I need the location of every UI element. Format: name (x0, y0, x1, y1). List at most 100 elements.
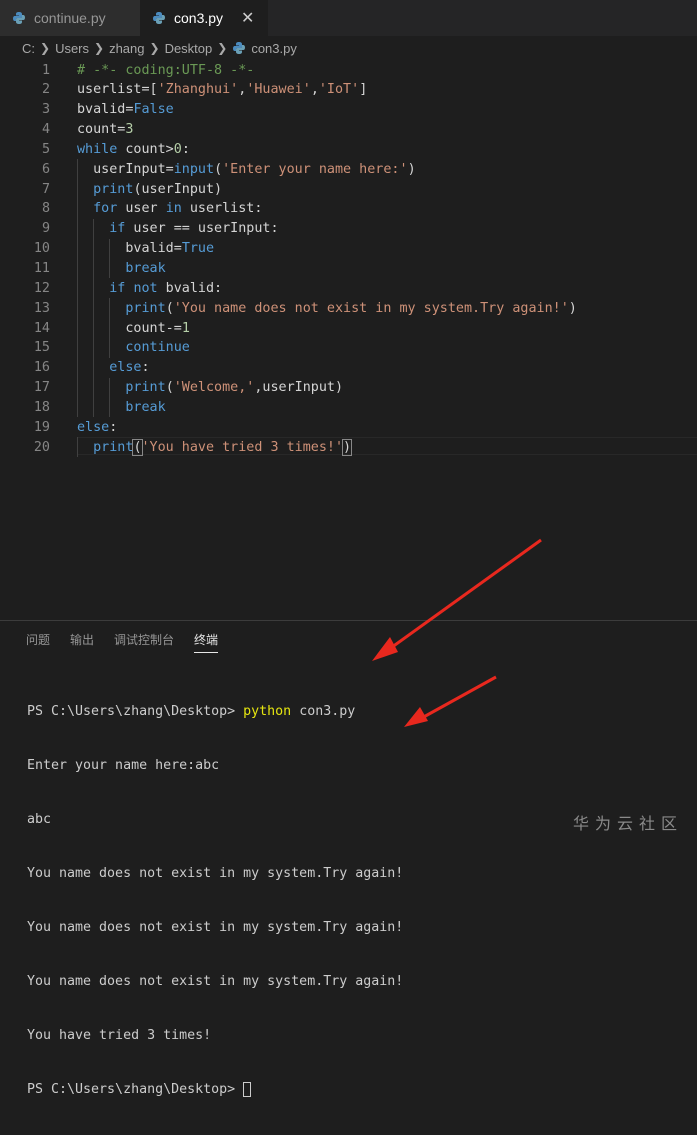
chevron-right-icon: ❯ (40, 41, 51, 55)
code-line[interactable]: 2 userlist=['Zhanghui','Huawei','IoT'] (0, 80, 697, 100)
line-number: 18 (33, 399, 50, 415)
terminal-final-line: PS C:\Users\zhang\Desktop> (27, 1081, 403, 1099)
terminal-cursor (243, 1081, 252, 1097)
indent-guide (77, 159, 78, 418)
line-number: 17 (33, 380, 50, 396)
panel-tabs: 问题 输出 调试控制台 终端 (26, 631, 219, 653)
line-number: 19 (33, 419, 50, 435)
indent-guide (93, 218, 95, 418)
line-number: 7 (41, 181, 50, 197)
code-text: userInput=input('Enter your name here:') (77, 161, 416, 177)
code-text: bvalid=False (77, 102, 174, 118)
line-number: 11 (33, 261, 50, 276)
python-file-icon (13, 12, 25, 24)
code-line[interactable]: 12 if not bvalid: (0, 278, 697, 298)
code-text: print('You have tried 3 times!') (93, 438, 353, 456)
tab-con3-py[interactable]: con3.py ✕ (140, 0, 269, 36)
code-line[interactable]: 9 if user == userInput: (0, 219, 697, 239)
code-line[interactable]: 17 print('Welcome,',userInput) (0, 378, 697, 398)
code-text: else: (109, 360, 150, 376)
code-text: else: (77, 419, 118, 435)
chevron-right-icon: ❯ (94, 41, 105, 55)
breadcrumb-zhang[interactable]: zhang (109, 41, 144, 56)
chevron-right-icon: ❯ (217, 41, 228, 55)
code-line[interactable]: 6 userInput=input('Enter your name here:… (0, 159, 697, 179)
close-icon[interactable]: ✕ (241, 8, 254, 28)
code-line[interactable]: 19 else: (0, 417, 697, 437)
code-text: bvalid=True (77, 241, 215, 257)
python-file-icon (153, 12, 165, 24)
code-line[interactable]: 3 bvalid=False (0, 100, 697, 120)
terminal-prompt: PS C:\Users\zhang\Desktop> (27, 704, 244, 719)
code-line[interactable]: 18 break (0, 397, 697, 417)
terminal-output-line: Enter your name here:abc (27, 758, 220, 773)
panel-tab-problems[interactable]: 问题 (26, 631, 50, 653)
line-number: 15 (33, 340, 50, 356)
panel-tab-debug-console[interactable]: 调试控制台 (114, 631, 174, 653)
terminal-output-line: You name does not exist in my system.Try… (27, 920, 404, 935)
code-text: count=3 (77, 122, 134, 138)
terminal-command-line: PS C:\Users\zhang\Desktop> python con3.p… (27, 703, 403, 721)
tab-label: con3.py (174, 10, 224, 26)
code-line[interactable]: 16 else: (0, 358, 697, 378)
code-line[interactable]: 5 while count>0: (0, 139, 697, 159)
panel-tab-terminal[interactable]: 终端 (194, 631, 219, 653)
code-text: print(userInput) (93, 181, 223, 197)
breadcrumb-file[interactable]: con3.py (251, 41, 297, 56)
code-text: if not bvalid: (109, 280, 223, 296)
line-number: 14 (33, 320, 50, 336)
line-number: 1 (41, 62, 50, 78)
breadcrumb-desktop[interactable]: Desktop (165, 41, 213, 56)
line-number: 16 (33, 360, 50, 376)
code-line[interactable]: 20 print('You have tried 3 times!') (0, 437, 697, 457)
indent-guide (109, 238, 111, 279)
terminal-output-line: abc (27, 812, 52, 827)
line-number: 5 (41, 141, 50, 157)
code-line[interactable]: 8 for user in userlist: (0, 199, 697, 219)
terminal-command: python (243, 704, 292, 719)
code-line[interactable]: 7 print(userInput) (0, 179, 697, 199)
code-text: break (125, 399, 166, 415)
code-text: print('Welcome,',userInput) (125, 380, 344, 396)
code-line[interactable]: 15 continue (0, 338, 697, 358)
tab-continue-py[interactable]: continue.py (0, 0, 140, 36)
line-number: 10 (33, 241, 50, 257)
code-line[interactable]: 14 count-=1 (0, 318, 697, 338)
code-text: break (125, 261, 166, 276)
line-number: 6 (41, 161, 50, 177)
indent-guide (109, 377, 111, 418)
line-number: 13 (33, 300, 50, 316)
code-line[interactable]: 13 print('You name does not exist in my … (0, 298, 697, 318)
code-line[interactable]: 11 break (0, 259, 697, 279)
code-line[interactable]: 10 bvalid=True (0, 239, 697, 259)
code-text: while count>0: (77, 141, 190, 157)
watermark: 华为云社区 (572, 816, 683, 833)
tab-bar: continue.py con3.py ✕ (0, 0, 697, 36)
terminal-output-line: You have tried 3 times! (27, 1028, 212, 1043)
line-number: 9 (41, 221, 50, 237)
line-number: 12 (33, 280, 50, 296)
terminal-output-line: You name does not exist in my system.Try… (27, 866, 404, 881)
breadcrumb-drive[interactable]: C: (22, 41, 35, 56)
code-text: if user == userInput: (109, 221, 279, 237)
panel-tab-output[interactable]: 输出 (70, 631, 94, 653)
code-text: userlist=['Zhanghui','Huawei','IoT'] (77, 82, 368, 98)
code-text: print('You name does not exist in my sys… (125, 300, 577, 316)
code-text: # -*- coding:UTF-8 -*- (77, 62, 255, 78)
line-number: 3 (41, 102, 50, 118)
breadcrumb: C: ❯ Users ❯ zhang ❯ Desktop ❯ con3.py (0, 36, 697, 60)
line-number: 4 (41, 122, 50, 138)
code-editor[interactable]: 1 # -*- coding:UTF-8 -*- 2 userlist=['Zhang… (0, 60, 697, 620)
code-line[interactable]: 4 count=3 (0, 120, 697, 140)
terminal-output-line: You name does not exist in my system.Try… (27, 974, 404, 989)
terminal-command-arg: con3.py (291, 704, 356, 719)
code-line[interactable]: 1 # -*- coding:UTF-8 -*- (0, 60, 697, 80)
chevron-right-icon: ❯ (149, 41, 160, 55)
tab-label: continue.py (34, 10, 106, 26)
line-number: 2 (41, 82, 50, 98)
line-number: 20 (33, 439, 50, 455)
terminal[interactable]: PS C:\Users\zhang\Desktop> python con3.p… (27, 667, 403, 1135)
terminal-prompt: PS C:\Users\zhang\Desktop> (27, 1082, 244, 1097)
breadcrumb-users[interactable]: Users (55, 41, 89, 56)
code-text: for user in userlist: (93, 201, 263, 217)
